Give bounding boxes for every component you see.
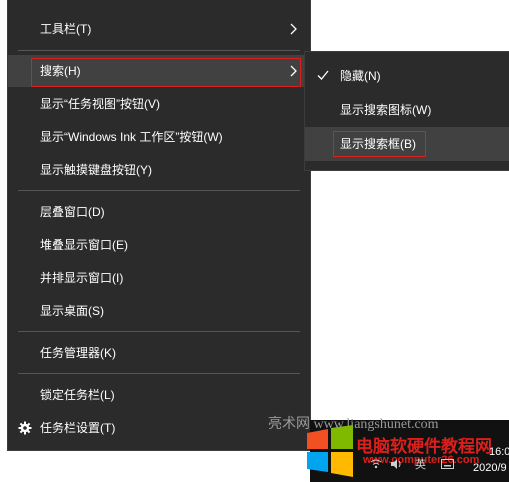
menu-item-taskbar-settings[interactable]: 任务栏设置(T)	[8, 412, 310, 444]
search-submenu: 隐藏(N) 显示搜索图标(W) 显示搜索框(B)	[305, 52, 509, 170]
menu-divider	[18, 50, 300, 51]
menu-item-label: 锁定任务栏(L)	[40, 388, 115, 402]
menu-divider	[18, 373, 300, 374]
menu-item-show-touch-keyboard[interactable]: 显示触摸键盘按钮(Y)	[8, 154, 310, 186]
menu-item-label: 任务栏设置(T)	[40, 421, 116, 435]
chevron-right-icon	[290, 13, 300, 45]
taskbar-clock-date[interactable]: 2020/9	[473, 462, 507, 474]
menu-divider	[18, 331, 300, 332]
menu-item-side-by-side[interactable]: 并排显示窗口(I)	[8, 262, 310, 294]
input-language-indicator[interactable]: 英	[415, 456, 426, 472]
annotation-highlight-box	[333, 131, 426, 157]
windows-logo-icon	[307, 425, 353, 477]
keyboard-icon[interactable]	[441, 458, 454, 470]
menu-item-stacked[interactable]: 堆叠显示窗口(E)	[8, 229, 310, 261]
menu-item-label: 堆叠显示窗口(E)	[40, 238, 128, 252]
menu-item-show-task-view[interactable]: 显示“任务视图”按钮(V)	[8, 88, 310, 120]
taskbar-context-menu: 工具栏(T) 搜索(H) 显示“任务视图”按钮(V) 显示“Windows In…	[8, 0, 310, 450]
menu-item-show-desktop[interactable]: 显示桌面(S)	[8, 295, 310, 327]
menu-item-task-manager[interactable]: 任务管理器(K)	[8, 337, 310, 369]
menu-item-label: 显示“Windows Ink 工作区”按钮(W)	[40, 130, 223, 144]
menu-item-label: 显示触摸键盘按钮(Y)	[40, 163, 152, 177]
submenu-item-hidden[interactable]: 隐藏(N)	[305, 59, 509, 93]
menu-item-label: 显示桌面(S)	[40, 304, 104, 318]
menu-divider	[18, 190, 300, 191]
menu-item-label: 层叠窗口(D)	[40, 205, 105, 219]
menu-item-label: 并排显示窗口(I)	[40, 271, 124, 285]
volume-icon[interactable]	[390, 458, 402, 470]
network-icon[interactable]	[370, 458, 382, 470]
submenu-item-show-search-icon[interactable]: 显示搜索图标(W)	[305, 93, 509, 127]
submenu-item-label: 隐藏(N)	[340, 69, 381, 83]
annotation-highlight-box	[31, 58, 301, 87]
menu-item-cascade[interactable]: 层叠窗口(D)	[8, 196, 310, 228]
submenu-item-label: 显示搜索图标(W)	[340, 103, 432, 117]
menu-item-lock-taskbar[interactable]: 锁定任务栏(L)	[8, 379, 310, 411]
menu-item-label: 显示“任务视图”按钮(V)	[40, 97, 160, 111]
taskbar-clock-time[interactable]: 16:0	[489, 446, 509, 458]
menu-item-show-windows-ink[interactable]: 显示“Windows Ink 工作区”按钮(W)	[8, 121, 310, 153]
menu-item-label: 工具栏(T)	[40, 22, 92, 36]
menu-item-toolbars[interactable]: 工具栏(T)	[8, 13, 310, 45]
menu-item-label: 任务管理器(K)	[40, 346, 116, 360]
